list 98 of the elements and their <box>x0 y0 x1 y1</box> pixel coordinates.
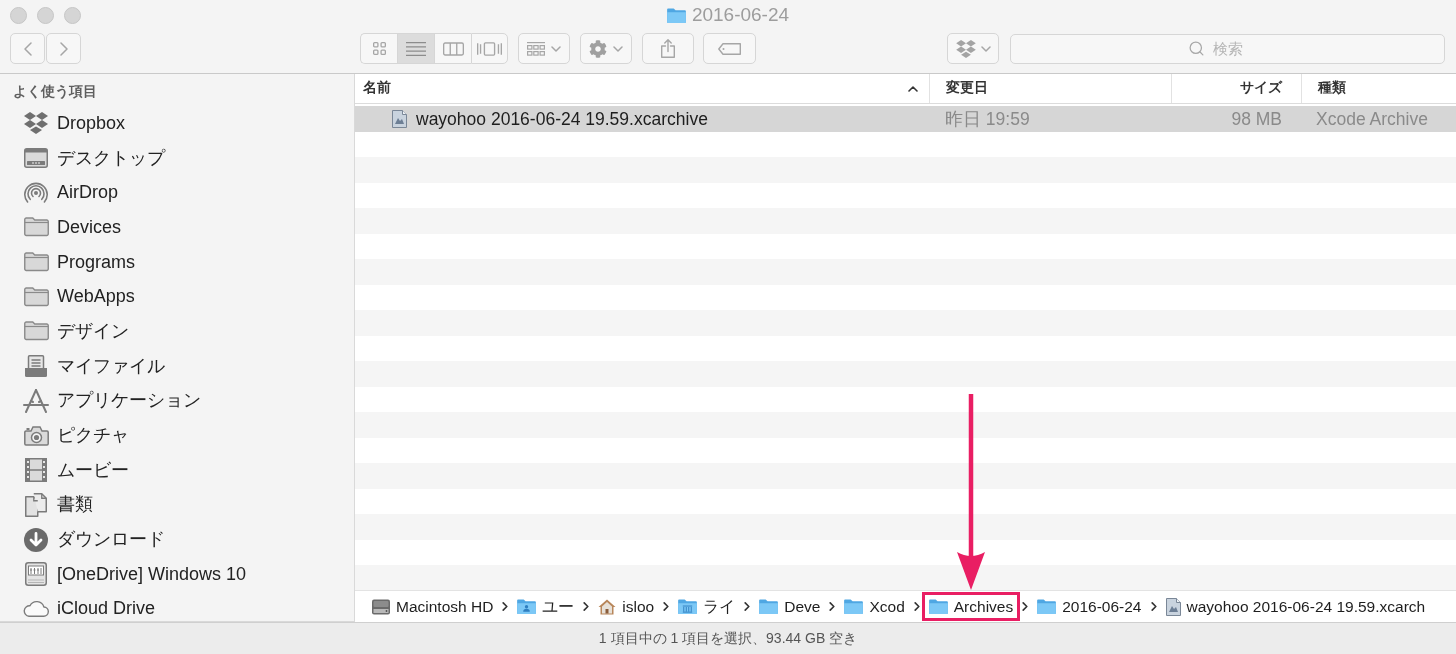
sidebar-item[interactable]: iCloud Drive <box>0 591 354 627</box>
folder-icon <box>928 599 948 614</box>
window-control-button[interactable] <box>10 6 27 24</box>
window-title: 2016-06-24 <box>691 2 790 27</box>
window-control-button[interactable] <box>64 6 81 24</box>
path-item[interactable]: 2016-06-24 <box>1037 594 1142 619</box>
share-icon <box>661 39 675 58</box>
chevron-right-icon <box>744 602 751 611</box>
status-text: 1 項目中の 1 項目を選択、93.44 GB 空き <box>598 629 858 648</box>
path-item[interactable]: Deve <box>759 594 821 619</box>
folder-icon <box>1037 599 1057 614</box>
house-icon <box>598 598 617 615</box>
drive-icon <box>25 562 47 587</box>
chevron-right-icon <box>1022 602 1029 611</box>
documents-icon <box>25 492 47 517</box>
folder-icon <box>23 252 49 273</box>
file-size: 98 MB <box>1231 108 1282 131</box>
view-mode-button[interactable] <box>397 33 434 64</box>
path-item[interactable]: isloo <box>598 594 655 619</box>
view-mode-button[interactable] <box>471 33 508 64</box>
film-strip-icon <box>25 458 47 483</box>
folder-icon <box>666 7 686 23</box>
desktop-icon <box>24 148 48 169</box>
columns-icon <box>442 41 464 56</box>
box-logo-icon <box>955 39 976 58</box>
folder-icon <box>759 599 779 614</box>
caret-icon <box>980 45 991 52</box>
folder-icon <box>23 321 49 342</box>
gear-icon <box>589 39 607 58</box>
column-header[interactable]: 変更日 <box>929 74 1171 103</box>
document-tray-icon <box>25 355 47 378</box>
list-icon <box>406 41 426 56</box>
folder-icon <box>844 599 864 614</box>
document-icon <box>392 110 407 129</box>
column-header[interactable]: 種類 <box>1301 74 1456 103</box>
sidebar-heading: よく使う項目 <box>12 83 98 101</box>
file-row[interactable]: wayohoo 2016-06-24 19.59.xcarchive 昨日 19:59 98 MB Xcode Archive <box>355 106 1456 132</box>
logo-dropdown-button[interactable] <box>947 33 999 64</box>
grid-icon <box>372 42 386 55</box>
path-item[interactable]: ユー <box>517 594 575 619</box>
sidebar-item[interactable]: Devices <box>0 210 354 245</box>
camera-icon <box>23 425 49 446</box>
sidebar-item[interactable]: Programs <box>0 244 354 280</box>
tag-button[interactable] <box>703 33 756 64</box>
cover-flow-icon <box>477 41 502 56</box>
action-button[interactable] <box>580 33 632 64</box>
path-item[interactable]: ライ <box>678 594 736 619</box>
folder-icon <box>23 286 49 307</box>
path-item[interactable]: Macintosh HD <box>372 594 494 619</box>
file-kind: Xcode Archive <box>1316 108 1428 131</box>
sidebar-item[interactable]: デザイン <box>0 314 354 349</box>
view-mode-button[interactable] <box>360 33 397 64</box>
chevron-left-icon <box>23 41 32 56</box>
chevron-right-icon <box>1150 602 1157 611</box>
box-logo-icon <box>24 112 48 135</box>
arrange-button[interactable] <box>518 33 570 64</box>
columns-folder-icon <box>678 599 698 614</box>
back-button[interactable] <box>10 33 45 64</box>
path-item[interactable]: wayohoo 2016-06-24 19.59.xcarch <box>1165 594 1426 619</box>
radio-waves-icon <box>24 180 48 205</box>
column-header[interactable]: 名前 <box>355 74 929 103</box>
window-control-button[interactable] <box>37 6 54 24</box>
tag-icon <box>717 42 742 55</box>
chevron-right-icon <box>663 602 670 611</box>
group-grid-icon <box>527 41 545 56</box>
view-mode-button[interactable] <box>434 33 471 64</box>
sidebar-item[interactable]: ムービー <box>0 452 354 488</box>
caret-icon <box>613 45 623 52</box>
sidebar-item[interactable]: デスクトップ <box>0 140 354 176</box>
sidebar-item[interactable]: 書類 <box>0 487 354 523</box>
forward-button[interactable] <box>46 33 81 64</box>
download-icon <box>24 527 48 552</box>
sidebar-item[interactable]: [OneDrive] Windows 10 <box>0 556 354 592</box>
sidebar-item[interactable]: Dropbox <box>0 106 354 141</box>
search-field[interactable]: 検索 <box>1010 33 1445 64</box>
sidebar-item[interactable]: WebApps <box>0 279 354 315</box>
file-name: wayohoo 2016-06-24 19.59.xcarchive <box>416 108 708 131</box>
sidebar-item[interactable]: マイファイル <box>0 348 354 384</box>
document-icon <box>1165 597 1181 616</box>
folder-icon <box>23 217 49 238</box>
sidebar-item[interactable]: アプリケーション <box>0 383 354 419</box>
chevron-right-icon <box>829 602 836 611</box>
share-button[interactable] <box>642 33 694 64</box>
cloud-icon <box>23 600 49 618</box>
chevron-right-icon <box>913 602 920 611</box>
sidebar-item[interactable]: AirDrop <box>0 175 354 211</box>
path-item[interactable]: Xcod <box>844 594 905 619</box>
chevron-right-icon <box>59 41 68 56</box>
pencil-ruler-icon <box>23 388 49 413</box>
chevron-right-icon <box>583 602 590 611</box>
sidebar-item[interactable]: ダウンロード <box>0 522 354 557</box>
chevron-right-icon <box>502 602 509 611</box>
sidebar-item[interactable]: ピクチャ <box>0 418 354 453</box>
column-header[interactable]: サイズ <box>1171 74 1301 103</box>
person-folder-icon <box>517 599 537 614</box>
modified-date: 昨日 19:59 <box>945 108 1030 131</box>
search-icon <box>1188 39 1205 57</box>
caret-icon <box>551 45 561 52</box>
